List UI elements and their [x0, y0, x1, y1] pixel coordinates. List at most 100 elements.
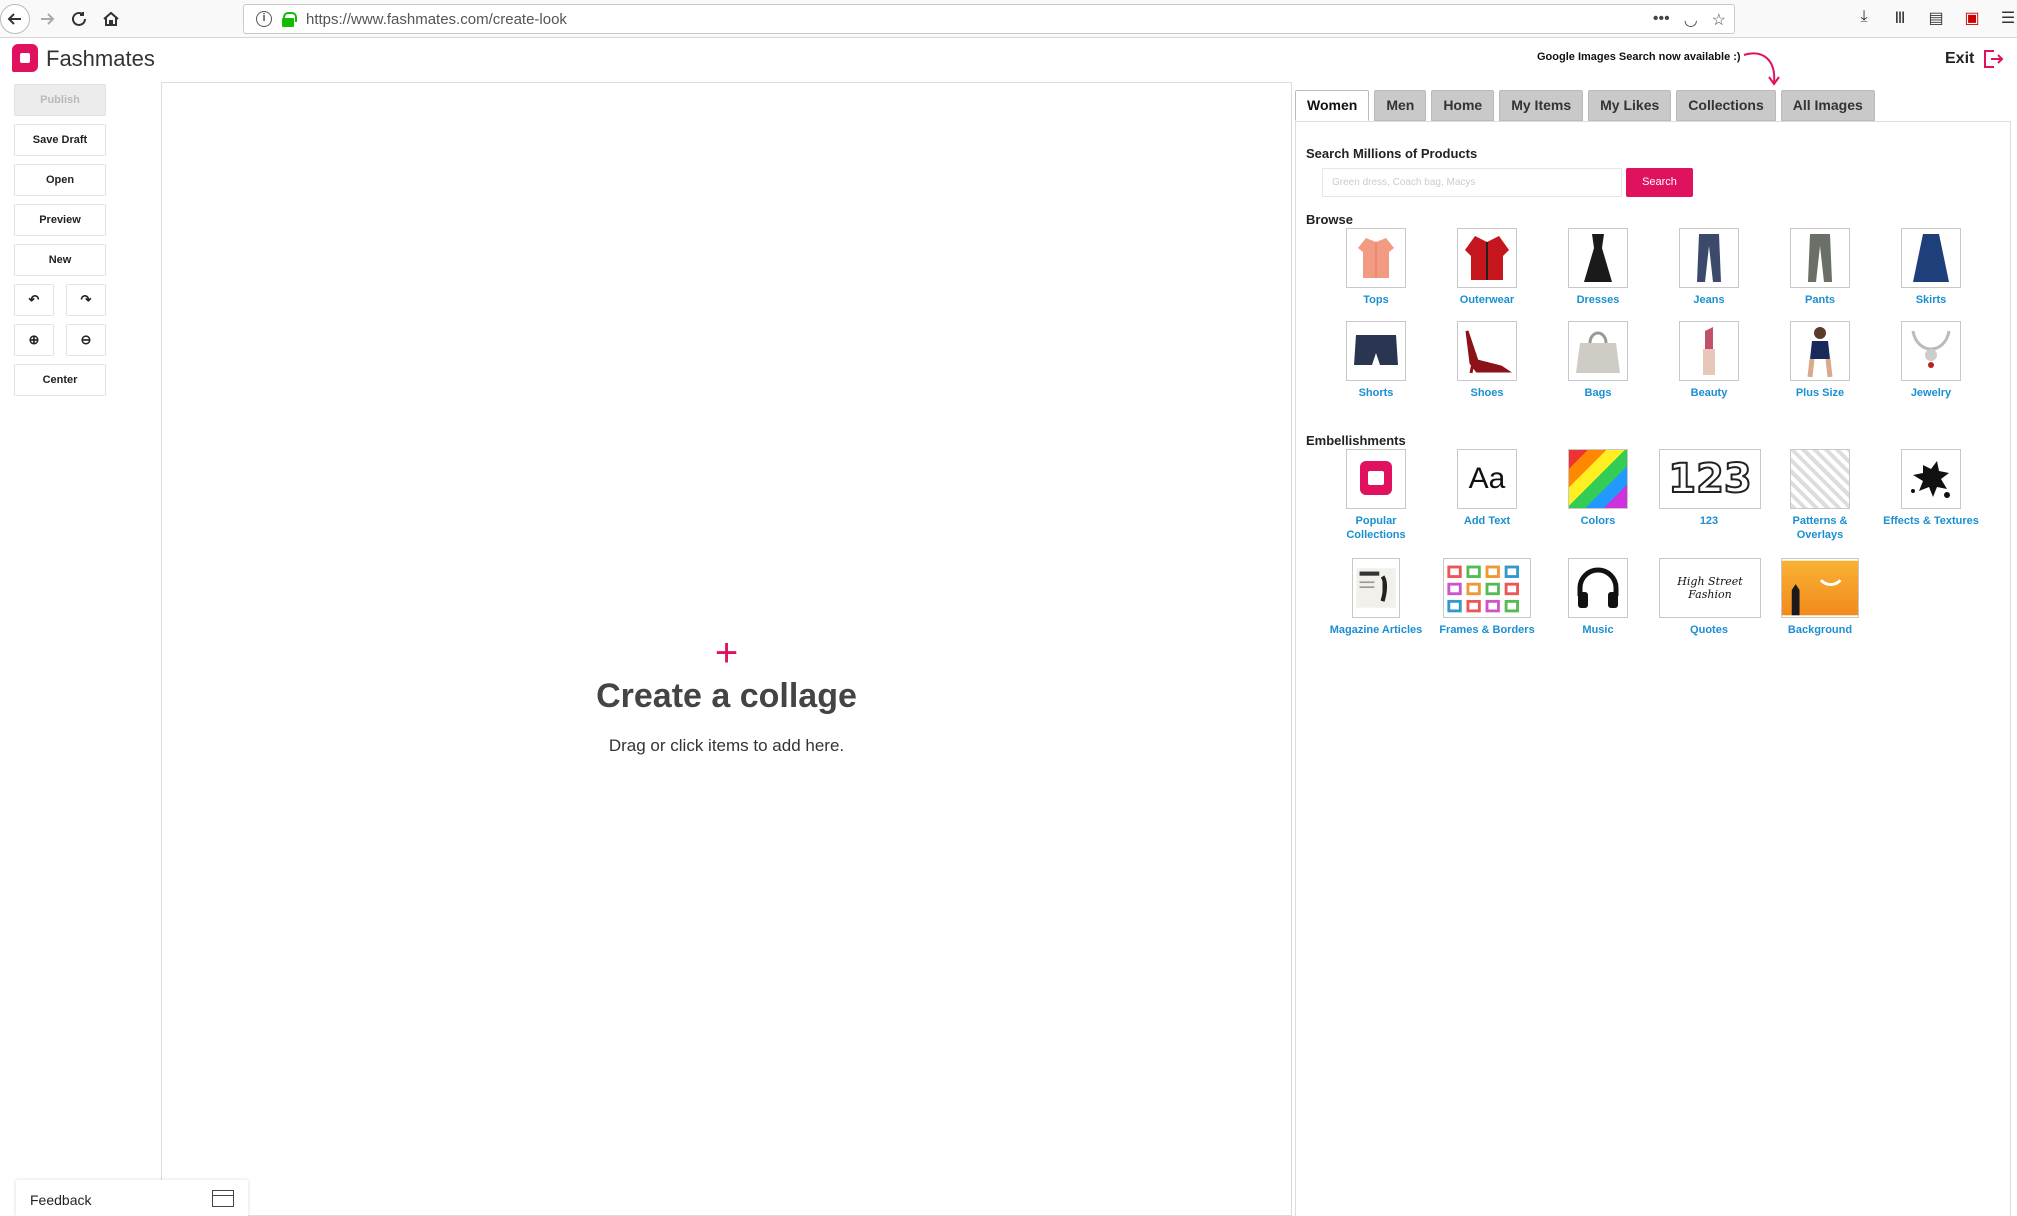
- browse-label: Pants: [1805, 294, 1835, 306]
- plus-size-icon: [1790, 321, 1850, 381]
- tab-women[interactable]: Women: [1295, 90, 1370, 121]
- zoom-in-button[interactable]: ⊕: [14, 324, 54, 356]
- tab-collections[interactable]: Collections: [1676, 90, 1776, 121]
- url-text[interactable]: https://www.fashmates.com/create-look: [306, 11, 567, 28]
- browse-label: Skirts: [1915, 294, 1947, 306]
- product-panel: Women Men Home My Items My Likes Collect…: [1295, 90, 2011, 1216]
- browse-item-dresses[interactable]: Dresses: [1548, 228, 1648, 307]
- browse-item-outerwear[interactable]: Outerwear: [1437, 228, 1537, 307]
- site-info-icon[interactable]: i: [256, 11, 272, 27]
- embellish-item-background[interactable]: Background: [1770, 558, 1870, 637]
- open-button[interactable]: Open: [14, 164, 106, 196]
- sidebar-icon[interactable]: ▤: [1927, 8, 1945, 28]
- feedback-widget[interactable]: Feedback: [16, 1180, 248, 1216]
- browse-item-jeans[interactable]: Jeans: [1659, 228, 1759, 307]
- redo-button[interactable]: ↷: [66, 284, 106, 316]
- pdf-icon[interactable]: ▣: [1963, 8, 1981, 28]
- reload-icon[interactable]: [64, 4, 94, 34]
- new-button[interactable]: New: [14, 244, 106, 276]
- embellish-label: Background: [1787, 624, 1853, 636]
- shorts-icon: [1346, 321, 1406, 381]
- browse-item-shoes[interactable]: Shoes: [1437, 321, 1537, 400]
- home-icon[interactable]: [96, 4, 126, 34]
- add-text-glyph: Aa: [1468, 462, 1506, 495]
- browse-label: Bags: [1584, 387, 1612, 399]
- pattern-icon: [1790, 449, 1850, 509]
- search-button[interactable]: Search: [1626, 168, 1693, 197]
- menu-icon[interactable]: ☰: [1999, 8, 2017, 28]
- outerwear-icon: [1457, 228, 1517, 288]
- browse-item-bags[interactable]: Bags: [1548, 321, 1648, 400]
- dress-icon: [1568, 228, 1628, 288]
- center-button[interactable]: Center: [14, 364, 106, 396]
- embellish-item-quotes[interactable]: High Street Fashion Quotes: [1659, 558, 1761, 637]
- embellish-item-123[interactable]: 123 123: [1659, 449, 1761, 528]
- publish-button[interactable]: Publish: [14, 84, 106, 116]
- browse-item-plus-size[interactable]: Plus Size: [1770, 321, 1870, 400]
- lock-icon: [282, 12, 297, 27]
- library-icon[interactable]: Ⅲ: [1891, 8, 1909, 28]
- feedback-label: Feedback: [30, 1192, 92, 1208]
- collage-canvas[interactable]: + Create a collage Drag or click items t…: [161, 82, 1292, 1216]
- headphones-icon: [1568, 558, 1628, 618]
- embellish-item-add-text[interactable]: Aa Add Text: [1437, 449, 1537, 528]
- save-draft-button[interactable]: Save Draft: [14, 124, 106, 156]
- pocket-icon[interactable]: ◡: [1684, 10, 1698, 30]
- embellish-item-frames[interactable]: Frames & Borders: [1437, 558, 1537, 637]
- tab-all-images[interactable]: All Images: [1780, 90, 1875, 121]
- bookmark-star-icon[interactable]: ☆: [1712, 10, 1726, 30]
- browse-label: Shoes: [1470, 387, 1504, 399]
- page-actions-icon[interactable]: •••: [1653, 10, 1670, 30]
- browse-label: Plus Size: [1795, 387, 1845, 399]
- canvas-subtitle: Drag or click items to add here.: [608, 736, 845, 755]
- tab-home[interactable]: Home: [1431, 90, 1495, 121]
- browse-item-pants[interactable]: Pants: [1770, 228, 1870, 307]
- pants-icon: [1790, 228, 1850, 288]
- ink-splatter-icon: [1901, 449, 1961, 509]
- back-icon[interactable]: [0, 4, 30, 34]
- app-header: Fashmates Google Images Search now avail…: [0, 39, 2017, 86]
- fashmates-logo-icon[interactable]: [12, 44, 38, 72]
- tab-my-likes[interactable]: My Likes: [1588, 90, 1672, 121]
- search-input[interactable]: Green dress, Coach bag, Macys: [1322, 168, 1622, 197]
- curved-arrow-icon: [1743, 52, 1780, 86]
- embellish-item-popular-collections[interactable]: Popular Collections: [1326, 449, 1426, 542]
- browse-label: Shorts: [1358, 387, 1394, 399]
- tab-men[interactable]: Men: [1374, 90, 1427, 121]
- frames-icon: [1443, 558, 1531, 618]
- browse-label: Dresses: [1576, 294, 1620, 306]
- browse-item-jewelry[interactable]: Jewelry: [1881, 321, 1981, 400]
- embellish-item-music[interactable]: Music: [1548, 558, 1648, 637]
- embellish-label: Colors: [1580, 515, 1616, 527]
- undo-button[interactable]: ↶: [14, 284, 54, 316]
- jeans-icon: [1679, 228, 1739, 288]
- tab-my-items[interactable]: My Items: [1499, 90, 1584, 121]
- category-tabs: Women Men Home My Items My Likes Collect…: [1295, 90, 1875, 121]
- address-bar[interactable]: i https://www.fashmates.com/create-look …: [243, 4, 1735, 34]
- embellish-label: 123: [1699, 515, 1719, 527]
- lipstick-icon: [1679, 321, 1739, 381]
- embellish-label: Patterns & Overlays: [1792, 515, 1848, 541]
- numbers-icon: 123: [1659, 449, 1761, 509]
- embellish-item-effects[interactable]: Effects & Textures: [1881, 449, 1981, 528]
- feedback-window-icon[interactable]: [212, 1190, 234, 1207]
- embellish-label: Music: [1582, 624, 1614, 636]
- browse-item-tops[interactable]: Tops: [1326, 228, 1426, 307]
- zoom-out-button[interactable]: ⊖: [66, 324, 106, 356]
- exit-button[interactable]: Exit: [1945, 48, 2004, 70]
- skirt-icon: [1901, 228, 1961, 288]
- embellish-label: Add Text: [1463, 515, 1511, 527]
- logo-text[interactable]: Fashmates: [46, 46, 155, 72]
- download-icon[interactable]: ⤓: [1855, 8, 1873, 28]
- preview-button[interactable]: Preview: [14, 204, 106, 236]
- browse-heading: Browse: [1306, 212, 1353, 227]
- embellish-item-patterns[interactable]: Patterns & Overlays: [1770, 449, 1870, 542]
- embellish-item-magazine[interactable]: Magazine Articles: [1326, 558, 1426, 637]
- bag-icon: [1568, 321, 1628, 381]
- embellish-item-colors[interactable]: Colors: [1548, 449, 1648, 528]
- number-glyph: 123: [1667, 455, 1752, 503]
- forward-icon[interactable]: [32, 4, 62, 34]
- browse-item-skirts[interactable]: Skirts: [1881, 228, 1981, 307]
- browse-item-beauty[interactable]: Beauty: [1659, 321, 1759, 400]
- browse-item-shorts[interactable]: Shorts: [1326, 321, 1426, 400]
